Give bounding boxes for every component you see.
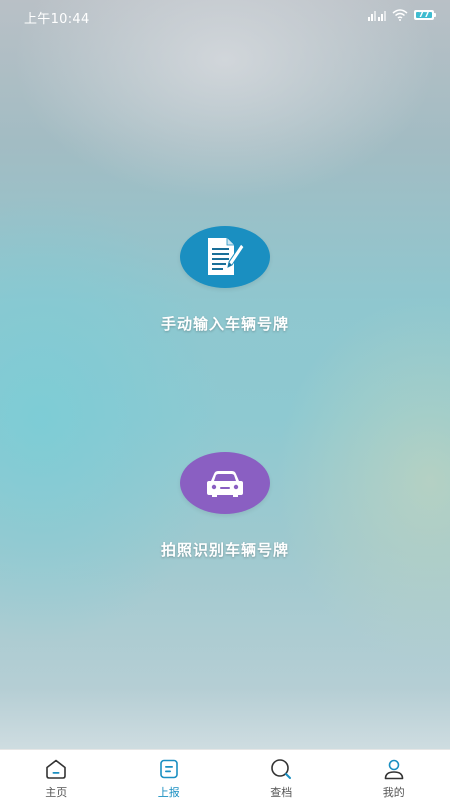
photo-recognize-plate-button[interactable]: 拍照识别车辆号牌 [0,452,450,560]
nav-item-archive[interactable]: 查档 [225,750,338,800]
document-edit-icon [208,238,245,275]
nav-label-report: 上报 [157,786,180,799]
nav-item-mine[interactable]: 我的 [338,750,450,800]
nav-item-home[interactable]: 主页 [0,750,113,800]
signal-icon [368,11,386,21]
nav-item-report[interactable]: 上报 [113,750,226,800]
user-icon [384,759,404,780]
bottom-nav: 主页 上报 查档 我的 [0,749,450,800]
photo-recognize-circle[interactable] [180,452,270,514]
status-icons: 77 [368,9,436,21]
manual-input-circle[interactable] [180,226,270,288]
nav-label-mine: 我的 [382,786,405,799]
car-icon [207,471,243,497]
home-icon [46,759,67,779]
photo-recognize-label: 拍照识别车辆号牌 [160,541,289,559]
status-time: 上午10:44 [24,12,90,27]
report-icon [159,759,178,779]
battery-level-text: 77 [418,10,430,19]
battery-icon: 77 [414,10,436,20]
wifi-icon [392,9,408,21]
nav-label-archive: 查档 [270,786,293,799]
search-icon [271,759,292,779]
status-bar: 上午10:44 77 [0,0,450,32]
manual-input-label: 手动输入车辆号牌 [160,315,289,333]
manual-input-plate-button[interactable]: 手动输入车辆号牌 [0,226,450,334]
nav-label-home: 主页 [45,786,68,799]
app-screen: 上午10:44 77 手动输入车辆号牌 拍照识别车辆号牌 主页 上报 查档 我的 [0,0,450,800]
